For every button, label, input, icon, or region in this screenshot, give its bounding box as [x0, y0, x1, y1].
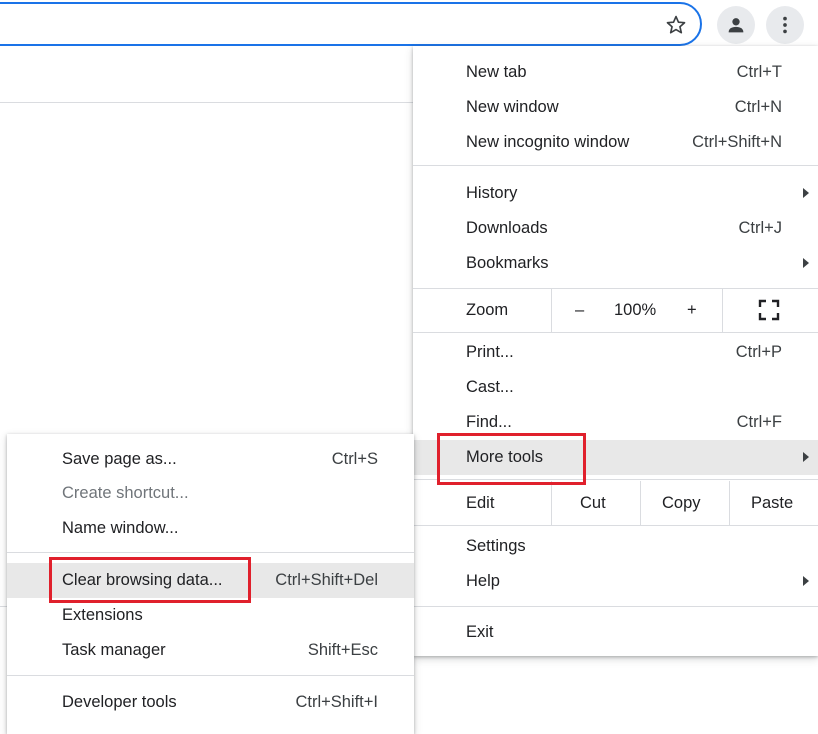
menu-item-shortcut: Ctrl+Shift+N [692, 133, 782, 151]
submenu-item-label: Developer tools [62, 693, 177, 711]
zoom-row: Zoom – 100% + [413, 288, 818, 332]
submenu-item-developer-tools[interactable]: Developer tools Ctrl+Shift+I [7, 685, 414, 720]
menu-separator [413, 606, 818, 607]
menu-item-exit[interactable]: Exit [413, 615, 818, 650]
menu-item-new-tab[interactable]: New tab Ctrl+T [413, 55, 818, 90]
menu-item-shortcut: Ctrl+J [738, 219, 782, 237]
menu-item-label: New tab [466, 63, 527, 81]
copy-button[interactable]: Copy [662, 481, 701, 525]
fullscreen-button[interactable] [758, 288, 780, 332]
menu-item-shortcut: Ctrl+F [736, 413, 782, 431]
menu-item-shortcut: Ctrl+P [735, 343, 782, 361]
menu-item-label: New incognito window [466, 133, 630, 151]
cut-button[interactable]: Cut [580, 481, 606, 525]
browser-toolbar [0, 0, 818, 50]
menu-item-label: More tools [466, 448, 544, 466]
menu-item-shortcut: Ctrl+T [736, 63, 782, 81]
menu-item-settings[interactable]: Settings [413, 529, 818, 564]
menu-separator [413, 332, 818, 333]
edit-divider [729, 481, 730, 525]
zoom-in-button[interactable]: + [687, 288, 697, 332]
submenu-item-label: Extensions [62, 606, 143, 624]
menu-item-label: Settings [466, 537, 526, 555]
submenu-item-label: Task manager [62, 641, 166, 659]
submenu-separator [7, 675, 414, 676]
page-divider [0, 102, 420, 103]
submenu-item-label: Clear browsing data... [62, 571, 223, 589]
bookmark-star-button[interactable] [662, 11, 690, 39]
menu-item-label: New window [466, 98, 559, 116]
edit-row: Edit Cut Copy Paste [413, 481, 818, 525]
edit-divider [640, 481, 641, 525]
menu-item-help[interactable]: Help [413, 564, 818, 599]
menu-item-shortcut: Ctrl+N [734, 98, 782, 116]
paste-button[interactable]: Paste [751, 481, 793, 525]
menu-item-label: Print... [466, 343, 514, 361]
menu-item-label: Bookmarks [466, 254, 549, 272]
caret-right-icon [803, 188, 809, 198]
address-bar[interactable] [0, 2, 702, 46]
submenu-item-clear-browsing-data[interactable]: Clear browsing data... Ctrl+Shift+Del [7, 563, 414, 598]
account-icon [728, 18, 744, 33]
zoom-label: Zoom [466, 300, 509, 319]
submenu-item-name-window[interactable]: Name window... [7, 511, 414, 546]
menu-separator [413, 479, 818, 480]
submenu-item-task-manager[interactable]: Task manager Shift+Esc [7, 633, 414, 668]
caret-right-icon [803, 258, 809, 268]
submenu-item-save-page-as[interactable]: Save page as... Ctrl+S [7, 442, 414, 477]
menu-item-label: Cast... [466, 378, 514, 396]
submenu-item-shortcut: Ctrl+Shift+I [295, 693, 378, 711]
menu-item-downloads[interactable]: Downloads Ctrl+J [413, 211, 818, 246]
caret-right-icon [803, 576, 809, 586]
menu-item-new-incognito-window[interactable]: New incognito window Ctrl+Shift+N [413, 125, 818, 160]
edit-divider [551, 481, 552, 525]
profile-button[interactable] [717, 6, 755, 44]
caret-right-icon [803, 452, 809, 462]
submenu-item-shortcut: Shift+Esc [307, 641, 378, 659]
submenu-separator [7, 552, 414, 553]
submenu-item-shortcut: Ctrl+S [331, 450, 378, 468]
menu-item-bookmarks[interactable]: Bookmarks [413, 246, 818, 281]
menu-item-label: Downloads [466, 219, 548, 237]
menu-item-label: History [466, 184, 518, 202]
menu-item-new-window[interactable]: New window Ctrl+N [413, 90, 818, 125]
submenu-item-create-shortcut[interactable]: Create shortcut... [7, 476, 414, 511]
fullscreen-icon [758, 299, 780, 321]
submenu-item-label: Save page as... [62, 450, 177, 468]
menu-item-label: Help [466, 572, 500, 590]
chrome-main-menu: New tab Ctrl+T New window Ctrl+N New inc… [413, 46, 818, 656]
menu-item-label: Find... [466, 413, 512, 431]
menu-item-label: Exit [466, 623, 494, 641]
menu-item-find[interactable]: Find... Ctrl+F [413, 405, 818, 440]
edit-label: Edit [466, 493, 495, 512]
menu-item-more-tools[interactable]: More tools [413, 440, 818, 475]
more-vertical-icon [783, 16, 787, 34]
menu-item-history[interactable]: History [413, 176, 818, 211]
submenu-item-label: Name window... [62, 519, 179, 537]
zoom-divider [551, 288, 552, 332]
chrome-menu-button[interactable] [766, 6, 804, 44]
menu-separator [413, 525, 818, 526]
more-tools-submenu: Save page as... Ctrl+S Create shortcut..… [7, 434, 414, 734]
zoom-out-button[interactable]: – [575, 288, 584, 332]
zoom-divider [722, 288, 723, 332]
menu-item-print[interactable]: Print... Ctrl+P [413, 335, 818, 370]
zoom-level: 100% [614, 300, 657, 319]
star-outline-icon [666, 15, 686, 34]
submenu-item-shortcut: Ctrl+Shift+Del [275, 571, 378, 589]
submenu-item-extensions[interactable]: Extensions [7, 598, 414, 633]
menu-separator [413, 165, 818, 166]
menu-item-cast[interactable]: Cast... [413, 370, 818, 405]
submenu-item-label: Create shortcut... [62, 484, 189, 502]
